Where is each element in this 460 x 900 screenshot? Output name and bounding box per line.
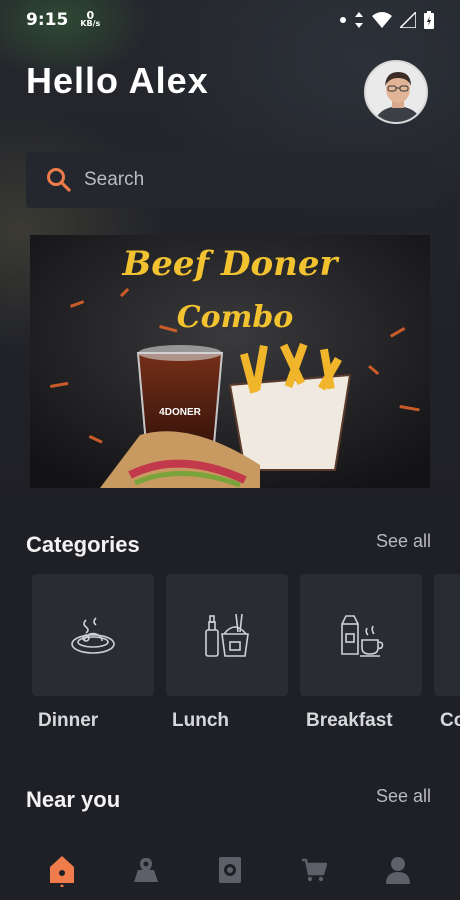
- search-input[interactable]: [84, 169, 384, 191]
- search-bar[interactable]: [26, 152, 434, 208]
- status-icons: [340, 11, 434, 29]
- tab-profile[interactable]: [368, 845, 428, 895]
- banner-subline: Combo: [177, 300, 294, 335]
- cart-icon: [302, 858, 327, 882]
- map-icon: [134, 858, 158, 882]
- tab-menu[interactable]: [200, 845, 260, 895]
- category-breakfast[interactable]: Breakfast: [300, 574, 422, 732]
- tab-map[interactable]: [116, 845, 176, 895]
- near-you-title: Near you: [26, 787, 121, 812]
- data-arrows-icon: [355, 12, 363, 28]
- category-tile: [300, 574, 422, 696]
- category-label: Co: [440, 710, 460, 731]
- near-you-see-all-link[interactable]: See all: [376, 786, 431, 807]
- category-lunch[interactable]: Lunch: [166, 574, 288, 732]
- tab-home[interactable]: [32, 845, 92, 895]
- network-speed-unit: KB/s: [80, 19, 101, 28]
- category-tile: [32, 574, 154, 696]
- categories-title: Categories: [26, 532, 140, 557]
- category-label: Breakfast: [306, 710, 393, 731]
- banner-cup-brand: 4DONER: [159, 407, 201, 418]
- breakfast-icon: [341, 615, 384, 657]
- banner-headline: Beef Doner: [122, 244, 340, 284]
- bottom-tab-bar: [0, 840, 460, 900]
- categories-list: Dinner Lunch Breakfast Co: [32, 574, 460, 734]
- status-time: 9:15: [26, 10, 69, 30]
- promo-banner-image: Beef Doner Combo 4DONER: [30, 235, 430, 488]
- categories-see-all-link[interactable]: See all: [376, 531, 431, 552]
- category-label: Lunch: [172, 710, 229, 731]
- notification-dot-icon: [340, 17, 346, 23]
- category-dinner[interactable]: Dinner: [32, 574, 154, 732]
- category-label: Dinner: [38, 710, 99, 731]
- dinner-plate-icon: [71, 617, 115, 654]
- category-partial[interactable]: Co: [434, 574, 460, 732]
- promo-banner[interactable]: Beef Doner Combo 4DONER: [30, 235, 430, 488]
- avatar[interactable]: [364, 60, 428, 124]
- network-speed: 0 KB/s: [80, 10, 101, 28]
- tab-cart[interactable]: [284, 845, 344, 895]
- search-icon: [47, 168, 71, 192]
- wifi-icon: [372, 12, 392, 28]
- cell-signal-icon: [400, 12, 416, 28]
- profile-icon: [386, 857, 410, 884]
- menu-book-icon: [219, 857, 241, 883]
- status-bar: 9:15 0 KB/s: [0, 0, 460, 40]
- greeting-title: Hello Alex: [26, 60, 209, 101]
- category-tile: [434, 574, 460, 696]
- battery-icon: [424, 11, 434, 29]
- category-tile: [166, 574, 288, 696]
- home-icon: [50, 856, 74, 887]
- lunch-box-icon: [205, 613, 249, 657]
